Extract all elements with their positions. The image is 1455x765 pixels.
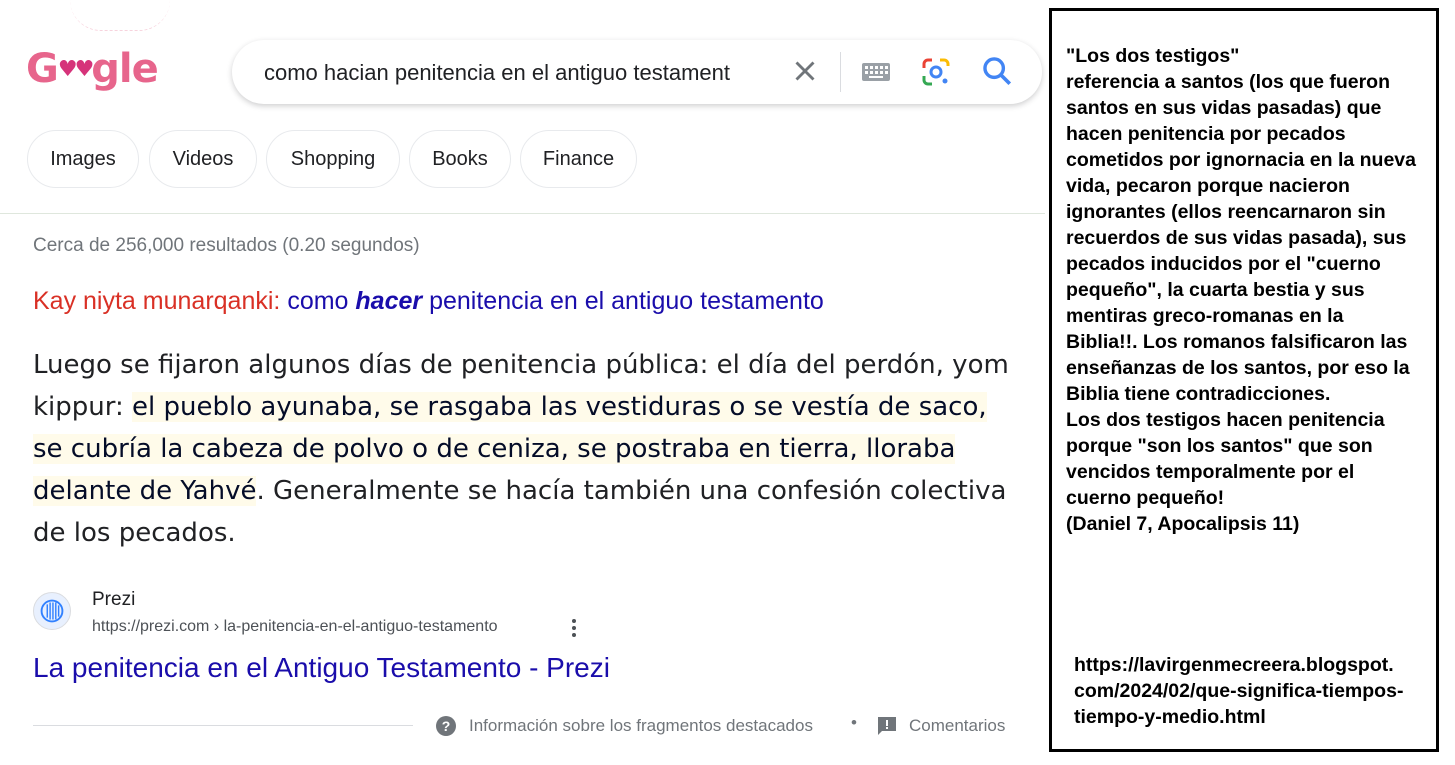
feedback-link[interactable]: Comentarios bbox=[909, 716, 1005, 736]
footer-separator: • bbox=[851, 713, 857, 732]
google-doodle-logo[interactable]: G♥♥gle bbox=[26, 46, 159, 92]
doodle-decoration bbox=[70, 0, 170, 31]
featured-snippet-text: Luego se fijaron algunos días de peniten… bbox=[33, 344, 1018, 554]
footer-divider bbox=[33, 725, 413, 726]
search-box-divider bbox=[840, 52, 841, 92]
annotation-box: "Los dos testigos" referencia a santos (… bbox=[1049, 8, 1439, 752]
showing-prefix: Kay niyta munarqanki: bbox=[33, 287, 281, 315]
prezi-favicon-icon[interactable] bbox=[33, 592, 71, 630]
header-divider bbox=[0, 213, 1045, 214]
google-lens-icon[interactable] bbox=[920, 56, 952, 88]
feedback-icon[interactable] bbox=[876, 715, 898, 737]
chip-images[interactable]: Images bbox=[27, 130, 139, 188]
help-icon[interactable]: ? bbox=[435, 715, 457, 737]
corrected-query-bold: hacer bbox=[355, 287, 423, 315]
corrected-query-pre: como bbox=[287, 287, 349, 315]
source-url[interactable]: https://prezi.com › la-penitencia-en-el-… bbox=[92, 618, 498, 636]
corrected-query-post: penitencia en el antiguo testamento bbox=[429, 287, 824, 315]
about-featured-snippets-link[interactable]: Información sobre los fragmentos destaca… bbox=[469, 716, 813, 736]
chip-videos[interactable]: Videos bbox=[149, 130, 257, 188]
corrected-query-link[interactable]: como hacer penitencia en el antiguo test… bbox=[287, 287, 824, 315]
result-title-link[interactable]: La penitencia en el Antiguo Testamento -… bbox=[33, 652, 610, 684]
annotation-url: https://lavirgenmecreera.blogspot.com/20… bbox=[1074, 654, 1404, 728]
source-name[interactable]: Prezi bbox=[92, 589, 135, 611]
showing-results-for: Kay niyta munarqanki: como hacer peniten… bbox=[33, 287, 824, 316]
keyboard-icon[interactable] bbox=[860, 58, 892, 86]
chip-books[interactable]: Books bbox=[409, 130, 511, 188]
search-box bbox=[232, 40, 1042, 104]
chip-shopping[interactable]: Shopping bbox=[266, 130, 400, 188]
clear-icon[interactable] bbox=[788, 54, 822, 88]
result-stats: Cerca de 256,000 resultados (0.20 segund… bbox=[33, 235, 420, 256]
more-options-icon[interactable] bbox=[564, 617, 584, 639]
svg-text:?: ? bbox=[442, 718, 451, 734]
search-icon[interactable] bbox=[980, 54, 1014, 88]
annotation-text: "Los dos testigos" referencia a santos (… bbox=[1066, 45, 1417, 535]
search-input[interactable] bbox=[262, 58, 776, 88]
chip-finance[interactable]: Finance bbox=[520, 130, 637, 188]
